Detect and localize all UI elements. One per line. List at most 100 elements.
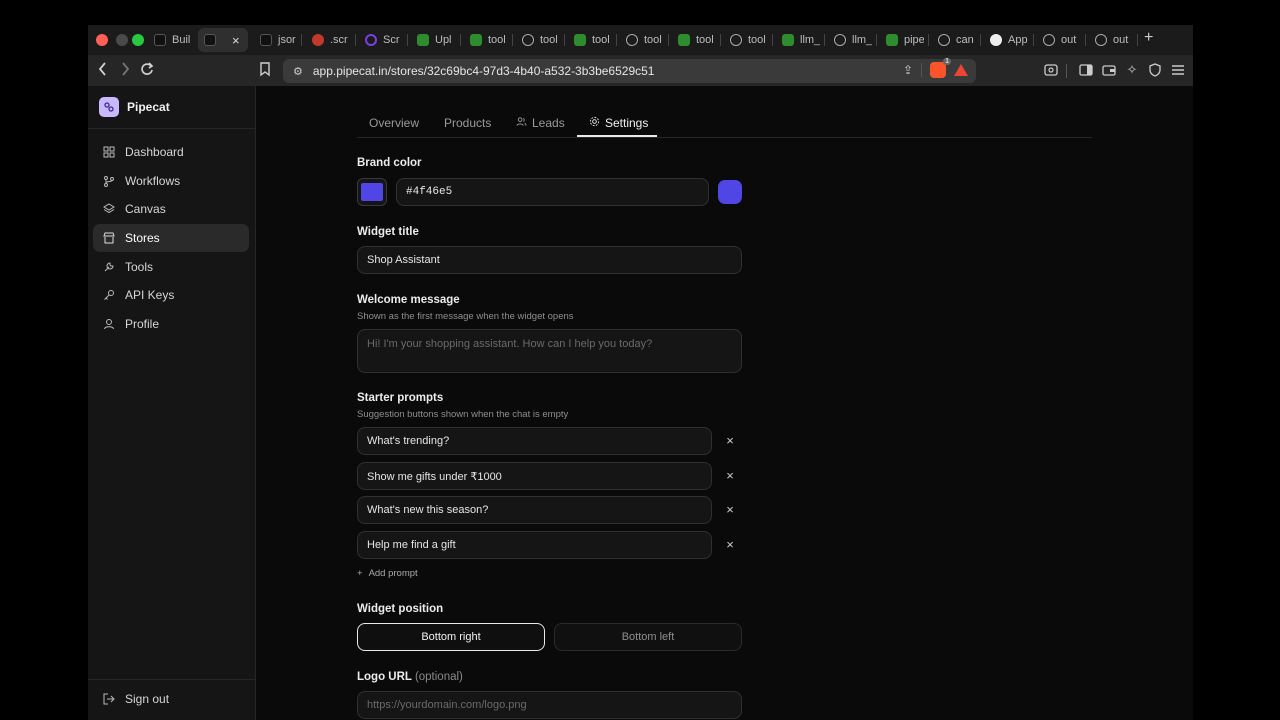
remove-prompt-icon[interactable]: ×: [722, 468, 738, 483]
tab-leads[interactable]: Leads: [516, 116, 565, 130]
starter-prompt-input[interactable]: What's new this season?: [357, 496, 712, 524]
add-prompt-button[interactable]: + Add prompt: [357, 568, 418, 579]
starter-prompt-input[interactable]: Help me find a gift: [357, 531, 712, 559]
browser-tab[interactable]: tool: [516, 28, 560, 52]
sidebar-item-label: Canvas: [125, 202, 166, 217]
browser-tab[interactable]: jsor: [254, 28, 296, 52]
doc-icon: [574, 34, 586, 46]
forward-icon[interactable]: [119, 61, 131, 82]
browser-tab[interactable]: tool: [672, 28, 716, 52]
tab-products[interactable]: Products: [444, 116, 491, 130]
brave-shields-icon[interactable]: 1: [930, 58, 951, 78]
globe-icon: [938, 34, 950, 46]
branch-icon: [103, 175, 115, 187]
brand-color-label: Brand color: [357, 157, 422, 169]
tab-divider: [928, 34, 929, 46]
share-icon[interactable]: ⇪: [903, 63, 913, 77]
tab-overview[interactable]: Overview: [369, 116, 419, 130]
urlbar-divider: [921, 63, 922, 77]
starter-prompts-hint: Suggestion buttons shown when the chat i…: [357, 409, 569, 420]
browser-tab[interactable]: Upl: [411, 28, 455, 52]
sidebar-item-stores[interactable]: Stores: [93, 224, 249, 253]
sign-out-button[interactable]: Sign out: [103, 692, 169, 706]
tab-divider: [1085, 34, 1086, 46]
browser-tab[interactable]: tool: [464, 28, 508, 52]
starter-prompt-input[interactable]: Show me gifts under ₹1000: [357, 462, 712, 490]
position-bottom-right-button[interactable]: Bottom right: [357, 623, 545, 651]
starter-prompt-input[interactable]: What's trending?: [357, 427, 712, 455]
reader-mode-icon[interactable]: [1043, 62, 1059, 78]
browser-tab[interactable]: pipe: [880, 28, 924, 52]
browser-tab[interactable]: out: [1089, 28, 1133, 52]
doc-icon: [678, 34, 690, 46]
key-icon: [103, 289, 115, 301]
tab-divider: [980, 34, 981, 46]
tab-divider: [720, 34, 721, 46]
globe-icon: [626, 34, 638, 46]
browser-tab[interactable]: Buil: [148, 28, 192, 52]
tab-divider: [512, 34, 513, 46]
browser-tab[interactable]: tool: [620, 28, 664, 52]
remove-prompt-icon[interactable]: ×: [722, 537, 738, 552]
circle-icon: [365, 34, 377, 46]
logo-url-label: Logo URL (optional): [357, 671, 463, 683]
browser-tab[interactable]: App: [984, 28, 1030, 52]
browser-tab[interactable]: llm_: [828, 28, 872, 52]
sidebar-item-workflows[interactable]: Workflows: [93, 167, 249, 195]
reload-icon[interactable]: [140, 61, 154, 82]
maximize-window-button[interactable]: [132, 34, 144, 46]
brand-color-hex-input[interactable]: #4f46e5: [396, 178, 709, 206]
users-icon: [516, 116, 527, 130]
grid-icon: [103, 146, 115, 158]
logo-url-input[interactable]: https://yourdomain.com/logo.png: [357, 691, 742, 719]
browser-tab[interactable]: tool: [724, 28, 768, 52]
new-tab-button[interactable]: +: [1144, 29, 1153, 47]
close-window-button[interactable]: [96, 34, 108, 46]
tab-divider: [876, 34, 877, 46]
browser-tab[interactable]: .scr: [306, 28, 350, 52]
sidebar-item-label: API Keys: [125, 288, 175, 303]
user-icon: [103, 318, 115, 330]
browser-tab[interactable]: llm_: [776, 28, 820, 52]
app-icon: [260, 34, 272, 46]
browser-tab[interactable]: Scr: [359, 28, 403, 52]
brave-rewards-icon[interactable]: [954, 64, 968, 76]
browser-tab[interactable]: out: [1037, 28, 1081, 52]
sidebar-item-dashboard[interactable]: Dashboard: [93, 138, 249, 166]
site-settings-icon[interactable]: ⚙: [293, 65, 303, 78]
address-bar[interactable]: ⚙ app.pipecat.in/stores/32c69bc4-97d3-4b…: [283, 58, 976, 83]
welcome-message-label: Welcome message: [357, 294, 460, 306]
browser-tab[interactable]: can: [932, 28, 976, 52]
vpn-shield-icon[interactable]: [1147, 62, 1163, 78]
wallet-icon[interactable]: [1101, 62, 1117, 78]
sidebar-item-label: Workflows: [125, 173, 181, 188]
starter-prompts-label: Starter prompts: [357, 392, 444, 404]
back-icon[interactable]: [97, 61, 109, 82]
minimize-window-button[interactable]: [116, 34, 128, 46]
brand[interactable]: Pipecat: [99, 97, 170, 117]
sidebar-toggle-icon[interactable]: [1078, 62, 1094, 78]
browser-tab[interactable]: tool: [568, 28, 612, 52]
bookmark-icon[interactable]: [259, 61, 271, 82]
sidebar-item-canvas[interactable]: Canvas: [93, 195, 249, 223]
sidebar-item-tools[interactable]: Tools: [93, 253, 249, 281]
browser-tab-active[interactable]: ×: [198, 28, 248, 52]
brand-name: Pipecat: [127, 100, 170, 114]
close-tab-icon[interactable]: ×: [232, 33, 240, 48]
tab-settings[interactable]: Settings: [589, 116, 648, 130]
toolbar-divider: [1066, 64, 1067, 78]
widget-title-input[interactable]: Shop Assistant: [357, 246, 742, 274]
brand-color-picker[interactable]: [357, 178, 387, 206]
welcome-message-textarea[interactable]: Hi! I'm your shopping assistant. How can…: [357, 329, 742, 373]
position-bottom-left-button[interactable]: Bottom left: [554, 623, 742, 651]
tab-divider: [824, 34, 825, 46]
remove-prompt-icon[interactable]: ×: [722, 433, 738, 448]
sidebar-item-api-keys[interactable]: API Keys: [93, 281, 249, 309]
sidebar-item-label: Stores: [125, 231, 160, 246]
sidebar-divider: [88, 679, 255, 680]
menu-icon[interactable]: [1170, 62, 1186, 78]
leo-ai-icon[interactable]: ✧: [1124, 62, 1140, 78]
remove-prompt-icon[interactable]: ×: [722, 502, 738, 517]
sidebar-item-profile[interactable]: Profile: [93, 310, 249, 338]
wrench-icon: [103, 261, 115, 273]
